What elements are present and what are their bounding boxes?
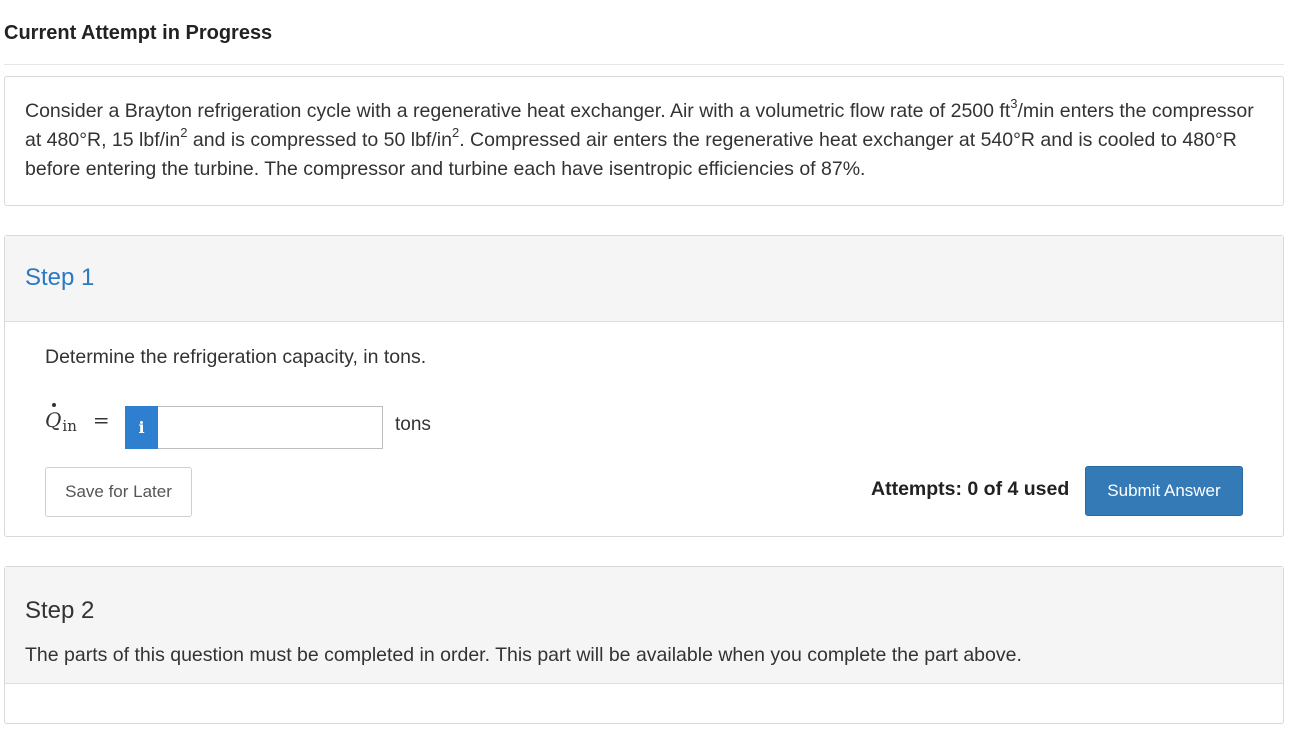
step-2-header: Step 2 The parts of this question must b… bbox=[5, 567, 1283, 684]
step-2-card: Step 2 The parts of this question must b… bbox=[4, 566, 1284, 724]
q-in-label: Qin = bbox=[45, 403, 110, 435]
q-subscript: in bbox=[62, 417, 77, 435]
page: Current Attempt in Progress Consider a B… bbox=[0, 0, 1300, 744]
unit-label: tons bbox=[395, 414, 431, 435]
q-dot-symbol: Q bbox=[45, 403, 62, 432]
step-1-card: Step 1 Determine the refrigeration capac… bbox=[4, 235, 1284, 537]
submit-answer-button[interactable]: Submit Answer bbox=[1085, 466, 1243, 516]
question-card: Consider a Brayton refrigeration cycle w… bbox=[4, 76, 1284, 206]
equals-sign: = bbox=[92, 408, 110, 432]
attempt-title: Current Attempt in Progress bbox=[4, 22, 273, 44]
attempts-counter: Attempts: 0 of 4 used bbox=[871, 478, 1070, 500]
attempt-header: Current Attempt in Progress bbox=[4, 0, 1284, 65]
step-2-locked-note: The parts of this question must be compl… bbox=[25, 644, 1022, 666]
question-text: Consider a Brayton refrigeration cycle w… bbox=[25, 95, 1254, 181]
step-1-header: Step 1 bbox=[5, 236, 1283, 322]
info-icon[interactable]: i bbox=[125, 406, 158, 449]
step-1-prompt: Determine the refrigeration capacity, in… bbox=[45, 346, 427, 368]
answer-input[interactable] bbox=[158, 406, 383, 449]
step-2-title: Step 2 bbox=[25, 597, 95, 624]
save-for-later-button[interactable]: Save for Later bbox=[45, 467, 192, 517]
step-1-title[interactable]: Step 1 bbox=[25, 264, 94, 292]
